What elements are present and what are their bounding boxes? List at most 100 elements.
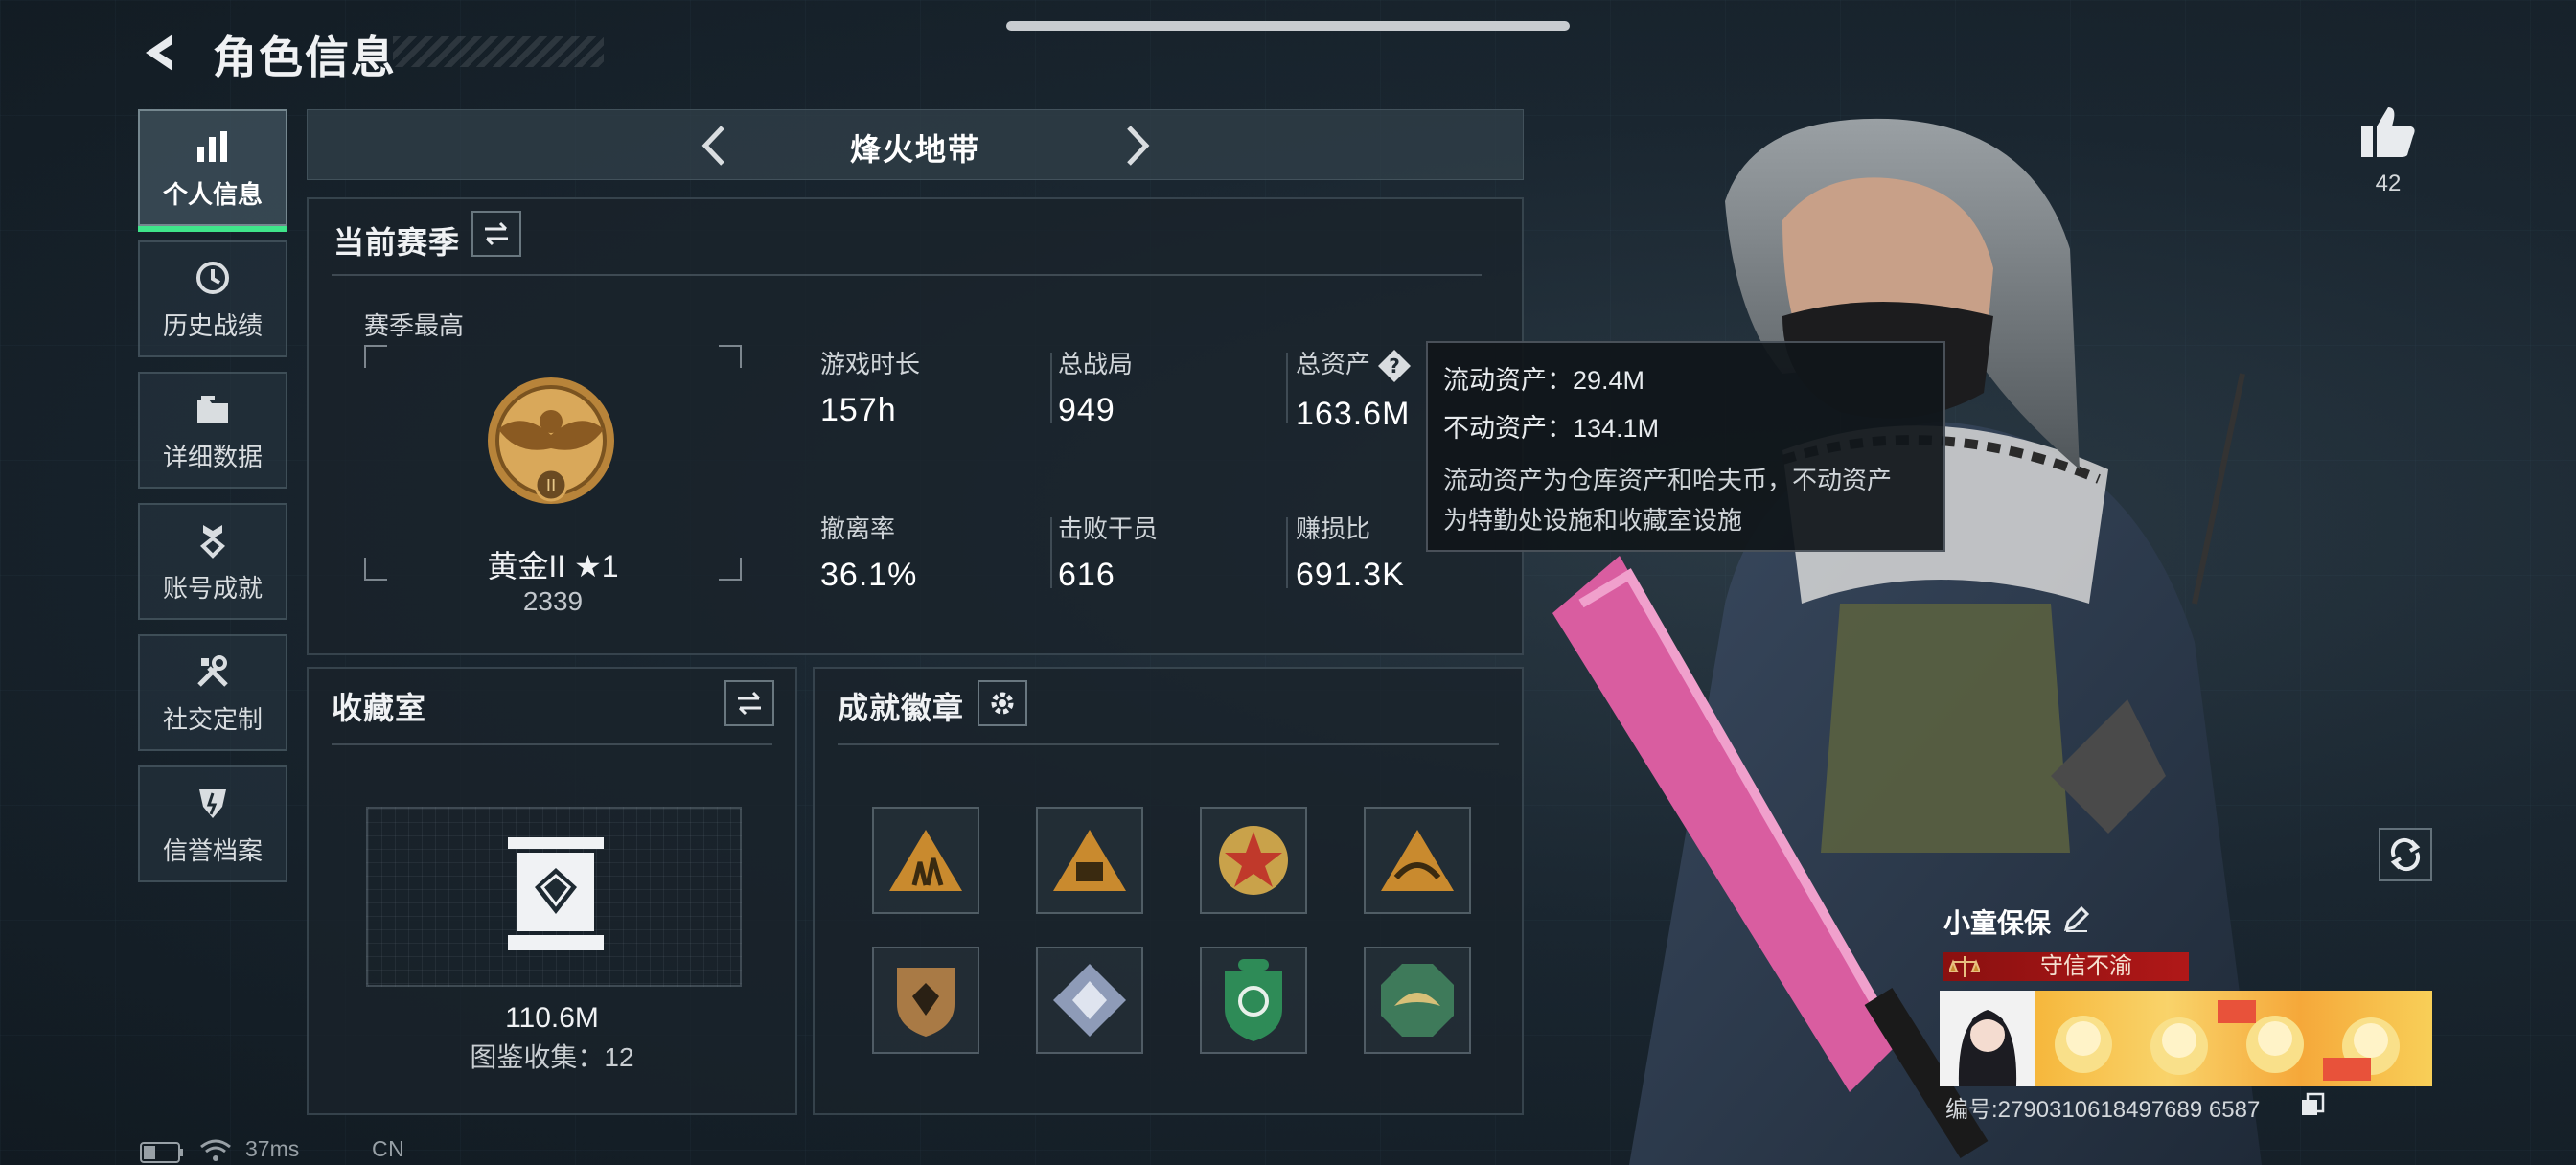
- divider: [332, 274, 1482, 276]
- badge-slot[interactable]: [1200, 807, 1307, 914]
- sidebar-item-label: 个人信息: [162, 179, 263, 209]
- divider: [1050, 353, 1052, 423]
- stat-profit-loss-ratio: 赚损比 691.3K: [1296, 514, 1405, 593]
- back-arrow-icon: [146, 34, 172, 71]
- uid-text: CN UID:27903106184976896587_202605302136: [372, 1136, 838, 1165]
- display-case-icon: [508, 837, 604, 950]
- bar-chart-icon: [192, 126, 234, 168]
- shield-gem-badge-icon: [897, 968, 954, 1037]
- back-button[interactable]: [134, 29, 192, 77]
- badge-slot[interactable]: [872, 947, 979, 1054]
- octagon-eagle-badge-icon: [1381, 964, 1454, 1037]
- badge-slot[interactable]: [1036, 947, 1143, 1054]
- collection-panel: 收藏室 110.6M 图鉴收集：12: [307, 667, 797, 1115]
- sidebar-item-label: 历史战绩: [162, 310, 263, 340]
- achievement-badges-panel: 成就徽章: [813, 667, 1524, 1115]
- badges-settings-button[interactable]: [978, 680, 1027, 726]
- badge-slot[interactable]: [872, 807, 979, 914]
- divider: [838, 743, 1499, 745]
- tooltip-fixed-assets: 不动资产：134.1M: [1443, 414, 1660, 443]
- divider: [1286, 353, 1288, 423]
- collection-preview[interactable]: [366, 807, 742, 987]
- mode-selector: 烽火地带: [307, 109, 1524, 180]
- collection-title: 收藏室: [332, 691, 427, 725]
- player-name: 小童保保: [1944, 908, 2052, 938]
- sidebar-item-history[interactable]: 历史战绩: [138, 240, 288, 357]
- badges-title: 成就徽章: [838, 691, 965, 725]
- svg-text:II: II: [546, 476, 557, 496]
- triangle-helmet-badge-icon: [1053, 830, 1126, 891]
- season-best-label: 赛季最高: [364, 311, 465, 340]
- wifi-icon: [200, 1139, 231, 1161]
- badge-slot[interactable]: [1364, 807, 1471, 914]
- sidebar-item-social-custom[interactable]: 社交定制: [138, 634, 288, 751]
- history-icon: [192, 257, 234, 299]
- divider: [1286, 517, 1288, 588]
- divider: [332, 743, 772, 745]
- thumbs-up-icon: [2361, 107, 2415, 157]
- sidebar-item-detailed-data[interactable]: 详细数据: [138, 372, 288, 489]
- badge-slot[interactable]: [1036, 807, 1143, 914]
- avatar-image: [1940, 991, 2036, 1086]
- gesture-handle[interactable]: [1006, 21, 1570, 31]
- like-button[interactable]: [2358, 103, 2419, 161]
- green-shield-badge-icon: [1225, 959, 1282, 1041]
- badge-slot[interactable]: [1364, 947, 1471, 1054]
- badge-slot[interactable]: [1200, 947, 1307, 1054]
- stat-operators-defeated: 击败干员 616: [1058, 514, 1159, 593]
- mode-next-button[interactable]: [1108, 118, 1165, 173]
- assets-tooltip: 流动资产：29.4M 不动资产：134.1M 流动资产为仓库资产和哈夫币，不动资…: [1426, 341, 1945, 552]
- edit-icon[interactable]: [2062, 904, 2091, 933]
- battery-icon: [140, 1142, 183, 1163]
- sidebar-item-label: 详细数据: [162, 442, 263, 471]
- mode-label: 烽火地带: [849, 132, 980, 167]
- rank-name: 黄金II ★1: [487, 549, 619, 583]
- season-panel: 当前赛季 赛季最高 II 黄金II ★1 2339 游戏时长 157h 总战局 …: [307, 197, 1524, 655]
- chevron-right-icon: [1127, 126, 1150, 166]
- sidebar-item-achievements[interactable]: 账号成就: [138, 503, 288, 620]
- medal-icon: [192, 519, 234, 561]
- page-title: 角色信息: [213, 33, 397, 82]
- stat-extraction-rate: 撤离率 36.1%: [820, 514, 918, 593]
- sidebar-item-personal-info[interactable]: 个人信息: [138, 109, 288, 232]
- collection-value: 110.6M: [505, 1002, 599, 1034]
- star-emblem-badge-icon: [1219, 826, 1288, 895]
- rank-score: 2339: [522, 586, 584, 616]
- player-title: 守信不渝: [2040, 953, 2132, 979]
- copy-icon[interactable]: [2300, 1092, 2325, 1117]
- stat-play-time: 游戏时长 157h: [820, 350, 921, 428]
- season-switch-button[interactable]: [472, 211, 521, 257]
- swap-icon: [485, 221, 508, 246]
- banner-image: [2055, 1000, 2400, 1081]
- sidebar-item-reputation[interactable]: 信誉档案: [138, 765, 288, 882]
- gear-icon: [991, 692, 1014, 715]
- season-title: 当前赛季: [334, 225, 461, 260]
- tooltip-note-line-2: 为特勤处设施和收藏室设施: [1443, 506, 1743, 535]
- tooltip-liquid-assets: 流动资产：29.4M: [1443, 366, 1645, 395]
- help-icon[interactable]: ?: [1376, 348, 1413, 384]
- scales-icon: [1949, 956, 1980, 977]
- avatar[interactable]: [1940, 991, 2036, 1086]
- ping-text: 37ms: [245, 1136, 300, 1161]
- svg-text:?: ?: [1389, 354, 1400, 377]
- divider: [1050, 517, 1052, 588]
- sidebar-item-label: 账号成就: [162, 573, 263, 603]
- player-banner[interactable]: [2036, 991, 2432, 1086]
- refresh-button[interactable]: [2379, 828, 2432, 881]
- stat-total-matches: 总战局 949: [1058, 350, 1134, 428]
- triangle-soldiers-badge-icon: [889, 830, 962, 891]
- like-count: 42: [2375, 171, 2402, 196]
- player-id: 编号:2790310618497689 6587: [1945, 1097, 2261, 1123]
- shield-icon: [192, 782, 234, 824]
- triangle-wings-badge-icon: [1381, 830, 1454, 891]
- sidebar: 个人信息 历史战绩 详细数据 账号成就 社交定制 信誉档案: [138, 109, 288, 897]
- sidebar-item-label: 社交定制: [162, 704, 263, 734]
- folder-icon: [192, 388, 234, 430]
- title-decoration: [393, 36, 604, 67]
- stat-total-assets: 总资产? 163.6M: [1296, 345, 1413, 433]
- tooltip-note-line-1: 流动资产为仓库资产和哈夫币，不动资产: [1443, 466, 1893, 494]
- refresh-icon: [2390, 837, 2421, 872]
- collection-switch-button[interactable]: [724, 680, 774, 726]
- collection-count: 图鉴收集：12: [470, 1042, 634, 1072]
- tools-icon: [192, 651, 234, 693]
